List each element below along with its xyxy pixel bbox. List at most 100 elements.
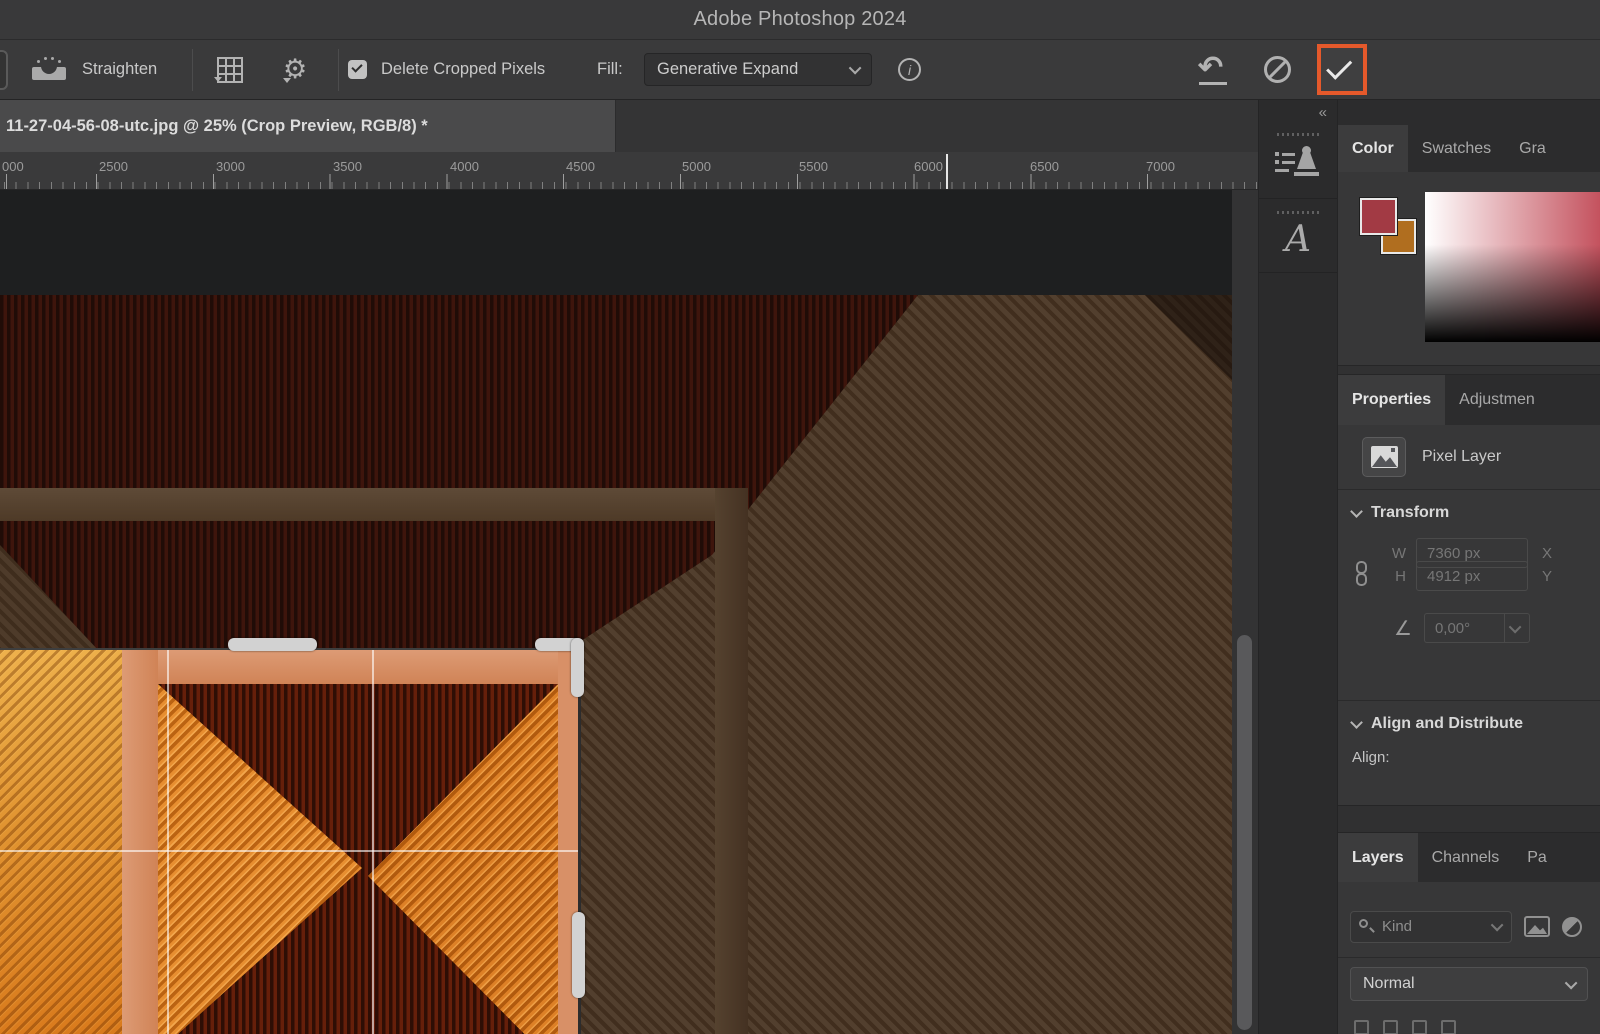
document-tab-bar: 11-27-04-56-08-utc.jpg @ 25% (Crop Previ…: [0, 100, 1258, 152]
angle-field: 0,00°: [1424, 613, 1504, 643]
glyphs-panel-button[interactable]: A: [1259, 214, 1337, 273]
document-tab[interactable]: 11-27-04-56-08-utc.jpg @ 25% (Crop Previ…: [0, 100, 616, 152]
filter-adjustment-layers-icon[interactable]: [1562, 917, 1582, 937]
layers-panel-tabs: Layers Channels Pa: [1338, 833, 1600, 882]
height-field: 4912 px: [1416, 561, 1528, 591]
image-frame-horizontal: [0, 488, 748, 521]
panel-column: Color Swatches Gra Properties Adjustmen: [1338, 100, 1600, 1034]
chevron-down-icon: [1350, 716, 1363, 729]
fill-label: Fill:: [597, 40, 623, 99]
chevron-down-icon: [214, 77, 222, 82]
tab-swatches[interactable]: Swatches: [1408, 125, 1505, 172]
blend-mode-select[interactable]: Normal: [1350, 967, 1588, 1001]
crop-handle-top-middle[interactable]: [228, 638, 317, 651]
angle-icon: ∠: [1394, 616, 1412, 641]
ruler-tick-label: 7000: [1146, 159, 1175, 174]
tab-adjustments[interactable]: Adjustmen: [1445, 375, 1549, 425]
tab-channels[interactable]: Channels: [1418, 833, 1514, 882]
crop-handle-right-middle[interactable]: [572, 912, 585, 998]
serif-a-icon: A: [1285, 222, 1311, 258]
ruler-tick-label: 4500: [566, 159, 595, 174]
fill-select[interactable]: Generative Expand: [644, 40, 872, 99]
search-icon: [1359, 919, 1374, 934]
straighten-button[interactable]: Straighten: [30, 40, 157, 99]
ruler-tick-label: 3000: [216, 159, 245, 174]
commit-check-icon[interactable]: [1326, 54, 1352, 80]
ruler-tick-label: 6000: [914, 159, 943, 174]
spacer: [1338, 882, 1600, 896]
angle-dropdown: [1504, 613, 1530, 643]
ruler-cursor-indicator: [946, 154, 948, 190]
align-header[interactable]: Align and Distribute: [1352, 715, 1600, 733]
height-label: H: [1378, 568, 1406, 585]
title-bar: Adobe Photoshop 2024: [0, 0, 1600, 40]
straighten-icon: [30, 55, 68, 85]
panel-divider: [1338, 365, 1600, 375]
layer-lock-row: [1338, 1010, 1600, 1034]
collapsed-panel-strip: « A: [1258, 100, 1338, 1034]
chevron-down-icon: [283, 78, 291, 83]
reset-crop-button[interactable]: ↶: [1197, 40, 1229, 99]
panel-divider: [1338, 805, 1600, 833]
ruler-tick-label: 2500: [99, 159, 128, 174]
photoshop-window: Adobe Photoshop 2024 Straighten ⚙ Delete…: [0, 0, 1600, 1034]
crop-settings-button[interactable]: ⚙: [283, 40, 307, 99]
delete-cropped-pixels-label: Delete Cropped Pixels: [381, 60, 545, 79]
photo-image[interactable]: [0, 295, 1232, 1034]
cancel-crop-button[interactable]: [1264, 40, 1291, 99]
color-gradient-field[interactable]: [1425, 192, 1600, 342]
ruler-major-ticks: [0, 174, 1258, 189]
transform-section: Transform W 7360 px X H 4912 px: [1338, 490, 1600, 700]
crop-panel-interior: [158, 684, 558, 1034]
transform-header[interactable]: Transform: [1352, 504, 1600, 522]
lock-icon[interactable]: [1412, 1020, 1427, 1034]
image-frame-vertical: [715, 488, 748, 1034]
document-canvas[interactable]: [0, 190, 1258, 1034]
ruler-tick-label: 000: [2, 159, 24, 174]
ruler-tick-label: 6500: [1030, 159, 1059, 174]
lock-icon[interactable]: [1383, 1020, 1398, 1034]
document-area: 11-27-04-56-08-utc.jpg @ 25% (Crop Previ…: [0, 100, 1258, 1034]
cutoff-control: [0, 50, 8, 90]
crop-orange-strip: [0, 650, 122, 1034]
info-icon: i: [898, 58, 921, 81]
color-panel-body: [1338, 172, 1600, 365]
tab-gradients[interactable]: Gra: [1505, 125, 1560, 172]
lock-icon[interactable]: [1354, 1020, 1369, 1034]
tab-color[interactable]: Color: [1338, 125, 1408, 172]
layer-filter-select[interactable]: Kind: [1350, 911, 1512, 943]
align-section: Align and Distribute Align:: [1338, 700, 1600, 805]
ruler-tick-label: 5500: [799, 159, 828, 174]
reset-icon: ↶: [1197, 53, 1229, 87]
crop-grid-line-vertical-1: [167, 650, 169, 1034]
crop-overlay-options-button[interactable]: [216, 40, 244, 99]
chevron-down-icon: [1491, 919, 1504, 932]
foreground-color-swatch[interactable]: [1360, 198, 1397, 235]
properties-panel-tabs: Properties Adjustmen: [1338, 375, 1600, 425]
lock-icon[interactable]: [1441, 1020, 1456, 1034]
tab-paths[interactable]: Pa: [1513, 833, 1561, 882]
horizontal-ruler[interactable]: 0002500300035004000450050005500600065007…: [0, 152, 1258, 190]
cancel-icon: [1264, 56, 1291, 83]
link-dimensions-icon[interactable]: [1354, 560, 1368, 590]
crop-region[interactable]: [0, 650, 578, 1034]
delete-cropped-pixels-checkbox[interactable]: [348, 60, 367, 79]
layers-filter-row: Kind: [1338, 896, 1600, 958]
chevron-down-icon: [1350, 505, 1363, 518]
tab-layers[interactable]: Layers: [1338, 833, 1418, 882]
pixel-layer-icon: [1362, 437, 1406, 477]
x-label: X: [1542, 545, 1552, 562]
filter-pixel-layers-icon[interactable]: [1524, 916, 1550, 937]
chevron-down-icon: [849, 62, 862, 75]
color-panel-tabs: Color Swatches Gra: [1338, 125, 1600, 172]
divider: [338, 49, 339, 91]
crop-frame-top: [122, 650, 578, 684]
expand-panels-button[interactable]: «: [1319, 104, 1325, 121]
crop-handle-top-right-v[interactable]: [571, 638, 584, 697]
document-tab-label: 11-27-04-56-08-utc.jpg @ 25% (Crop Previ…: [6, 117, 428, 136]
fill-info-button[interactable]: i: [898, 40, 921, 99]
ruler-tick-label: 5000: [682, 159, 711, 174]
tab-properties[interactable]: Properties: [1338, 375, 1445, 425]
vertical-scrollbar[interactable]: [1237, 635, 1252, 1030]
clone-source-panel-button[interactable]: [1259, 136, 1337, 199]
